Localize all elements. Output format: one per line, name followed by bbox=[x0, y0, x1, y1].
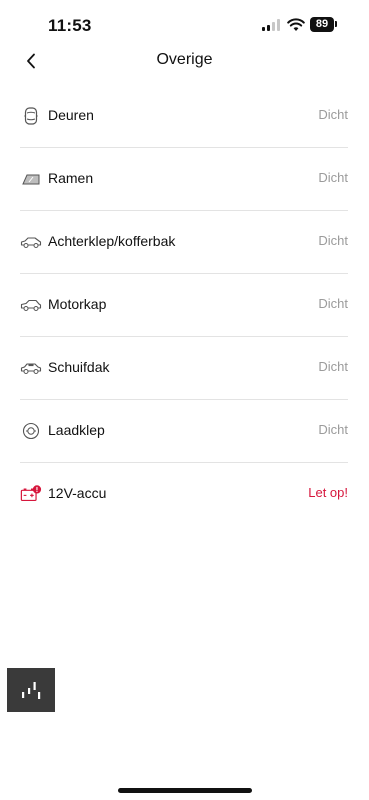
item-status: Dicht bbox=[318, 233, 348, 248]
car-sunroof-icon bbox=[20, 357, 42, 379]
list-item-motorkap[interactable]: Motorkap Dicht bbox=[20, 274, 348, 337]
status-time: 11:53 bbox=[48, 16, 92, 35]
car-doors-icon bbox=[20, 105, 42, 127]
status-list: Deuren Dicht Ramen Dicht Achterklep/koff… bbox=[20, 85, 348, 525]
floating-analytics-button[interactable] bbox=[7, 668, 55, 712]
battery-icon: 89 bbox=[310, 17, 334, 32]
list-item-schuifdak[interactable]: Schuifdak Dicht bbox=[20, 337, 348, 400]
list-item-achterklep[interactable]: Achterklep/kofferbak Dicht bbox=[20, 211, 348, 274]
item-label: Laadklep bbox=[48, 422, 105, 438]
car-window-icon bbox=[20, 168, 42, 190]
item-status-alert: Let op! bbox=[308, 485, 348, 500]
item-status: Dicht bbox=[318, 422, 348, 437]
item-status: Dicht bbox=[318, 170, 348, 185]
item-label: 12V-accu bbox=[48, 485, 107, 501]
list-item-ramen[interactable]: Ramen Dicht bbox=[20, 148, 348, 211]
car-hood-icon bbox=[20, 294, 42, 316]
item-label: Ramen bbox=[48, 170, 94, 186]
page-title: Overige bbox=[156, 51, 213, 68]
item-label: Achterklep/kofferbak bbox=[48, 233, 176, 249]
nav-bar: Overige bbox=[0, 46, 369, 76]
home-indicator[interactable] bbox=[118, 788, 252, 793]
item-label: Deuren bbox=[48, 107, 94, 123]
list-item-12v-accu[interactable]: 12V-accu Let op! bbox=[20, 463, 348, 525]
list-item-deuren[interactable]: Deuren Dicht bbox=[20, 85, 348, 148]
battery-tip bbox=[335, 21, 337, 27]
item-status: Dicht bbox=[318, 107, 348, 122]
item-label: Schuifdak bbox=[48, 359, 110, 375]
status-bar: 11:53 89 bbox=[0, 0, 369, 46]
car-tailgate-icon bbox=[20, 231, 42, 253]
list-item-laadklep[interactable]: Laadklep Dicht bbox=[20, 400, 348, 463]
battery-warning-icon bbox=[20, 483, 42, 505]
charge-port-icon bbox=[20, 420, 42, 442]
item-status: Dicht bbox=[318, 296, 348, 311]
cellular-signal-icon bbox=[262, 19, 282, 31]
wifi-icon bbox=[287, 18, 305, 31]
item-status: Dicht bbox=[318, 359, 348, 374]
item-label: Motorkap bbox=[48, 296, 107, 312]
signal-bars-icon bbox=[22, 682, 41, 699]
